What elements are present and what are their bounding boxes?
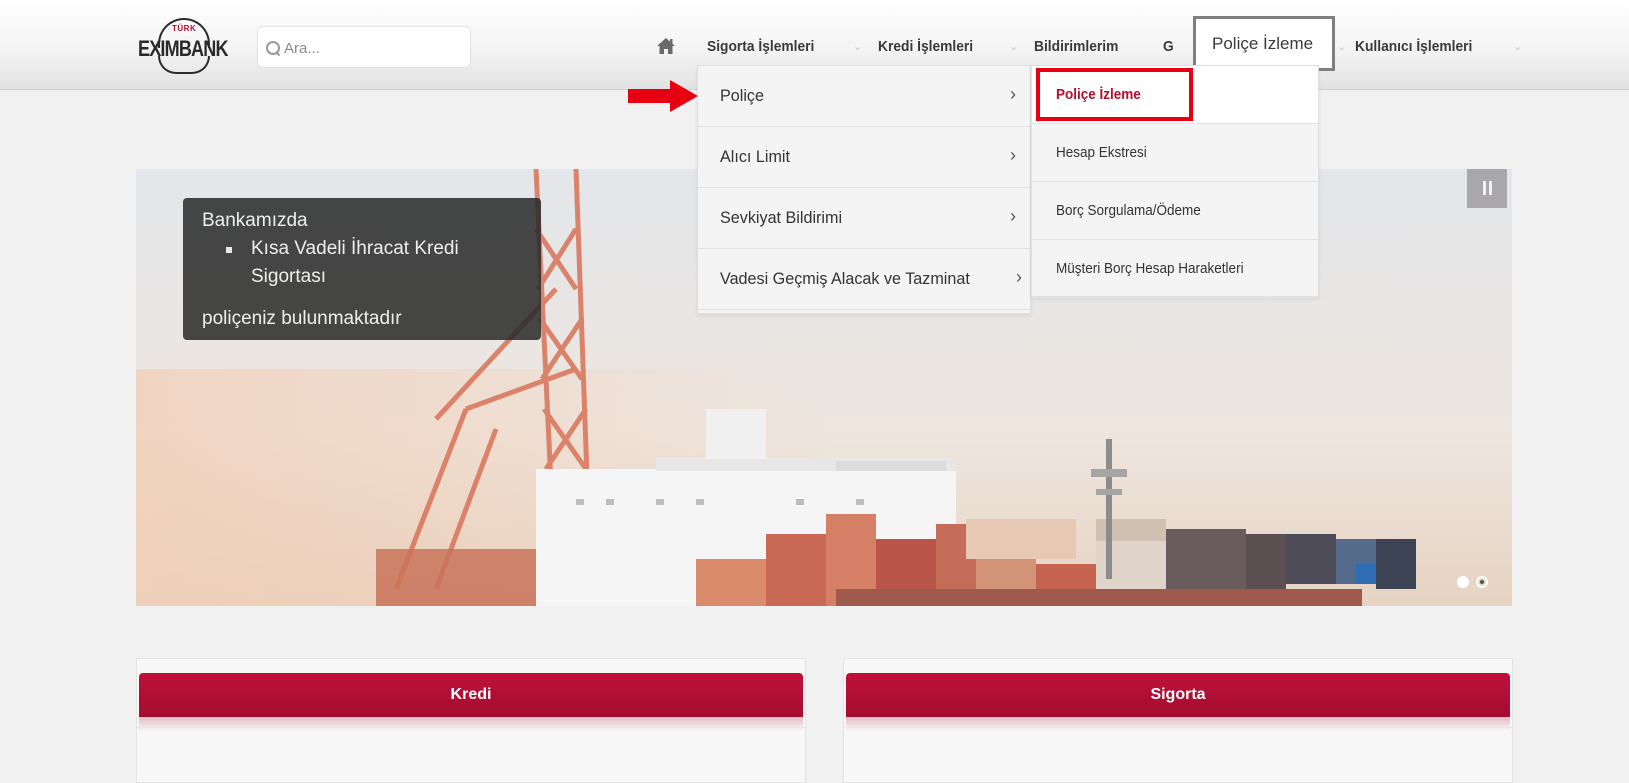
nav-bildirimlerim[interactable]: Bildirimlerim: [1034, 38, 1118, 55]
chevron-down-icon: ⌄: [1337, 41, 1347, 53]
chevron-right-icon: ›: [1010, 145, 1016, 165]
submenu-item-label: Müşteri Borç Hesap Haraketleri: [1056, 260, 1244, 277]
submenu-item-musteri-borc-hesap[interactable]: Müşteri Borç Hesap Haraketleri: [1032, 240, 1318, 298]
caption-bullet-text-2: Sigortası: [251, 266, 326, 287]
annotation-highlight-box: [1036, 68, 1193, 121]
card-kredi: Kredi: [136, 658, 806, 783]
caption-bullet-text-1: Kısa Vadeli İhracat Kredi: [251, 238, 459, 259]
menu-item-vadesi-gecmis-alacak[interactable]: Vadesi Geçmiş Alacak ve Tazminat ›: [698, 249, 1030, 310]
caption-line-bankamizda: Bankamızda: [202, 210, 308, 231]
card-header-sigorta[interactable]: Sigorta: [846, 673, 1510, 731]
annotation-callout-label: Poliçe İzleme: [1212, 34, 1314, 53]
annotation-arrow-icon: [628, 80, 698, 112]
menu-item-police[interactable]: Poliçe ›: [698, 66, 1030, 127]
submenu-item-label: Borç Sorgulama/Ödeme: [1056, 202, 1201, 219]
caption-bullet: [226, 247, 232, 253]
chevron-right-icon: ›: [1010, 84, 1016, 104]
nav-g-truncated[interactable]: G: [1163, 38, 1174, 55]
submenu-item-label: Hesap Ekstresi: [1056, 144, 1147, 161]
card-title: Kredi: [450, 686, 492, 703]
menu-item-alici-limit[interactable]: Alıcı Limit ›: [698, 127, 1030, 188]
sigorta-dropdown-menu: Poliçe › Alıcı Limit › Sevkiyat Bildirim…: [697, 65, 1031, 314]
card-header-kredi[interactable]: Kredi: [139, 673, 803, 731]
chevron-down-icon: ⌄: [853, 41, 863, 53]
nav-kullanici-islemleri[interactable]: Kullanıcı İşlemleri: [1355, 38, 1472, 55]
search-box: [257, 26, 471, 68]
nav-kredi-islemleri[interactable]: Kredi İşlemleri: [878, 38, 973, 55]
chevron-down-icon: ⌄: [1009, 41, 1019, 53]
submenu-item-borc-sorgulama[interactable]: Borç Sorgulama/Ödeme: [1032, 182, 1318, 240]
slider-dot-2[interactable]: [1476, 576, 1488, 588]
slider-pause-button[interactable]: [1467, 169, 1507, 208]
annotation-callout-box: Poliçe İzleme: [1193, 16, 1335, 71]
slider-dot-1[interactable]: [1457, 576, 1469, 588]
search-icon: [266, 41, 280, 55]
search-input[interactable]: [284, 37, 464, 59]
card-title: Sigorta: [1150, 686, 1206, 703]
caption-line-policeniz: poliçeniz bulunmaktadır: [202, 308, 402, 329]
chevron-right-icon: ›: [1010, 206, 1016, 226]
menu-item-label: Sevkiyat Bildirimi: [720, 208, 843, 227]
menu-item-sevkiyat-bildirimi[interactable]: Sevkiyat Bildirimi ›: [698, 188, 1030, 249]
chevron-down-icon: ⌄: [1513, 41, 1523, 53]
eximbank-logo[interactable]: TÜRK EXIMBANK: [136, 18, 244, 74]
hero-caption-box: Bankamızda Kısa Vadeli İhracat Kredi Sig…: [183, 198, 541, 340]
logo-turk-text: TÜRK: [172, 24, 197, 33]
menu-item-label: Alıcı Limit: [720, 147, 791, 166]
home-icon[interactable]: [656, 37, 676, 55]
chevron-right-icon: ›: [1016, 267, 1022, 287]
menu-item-label: Vadesi Geçmiş Alacak ve Tazminat: [720, 269, 970, 288]
card-divider: [137, 727, 805, 728]
submenu-item-hesap-ekstresi[interactable]: Hesap Ekstresi: [1032, 124, 1318, 182]
card-divider: [844, 727, 1512, 728]
logo-arc-bottom: [158, 56, 210, 74]
card-sigorta: Sigorta: [843, 658, 1513, 783]
nav-sigorta-islemleri[interactable]: Sigorta İşlemleri: [707, 38, 814, 55]
menu-item-label: Poliçe: [720, 86, 764, 105]
